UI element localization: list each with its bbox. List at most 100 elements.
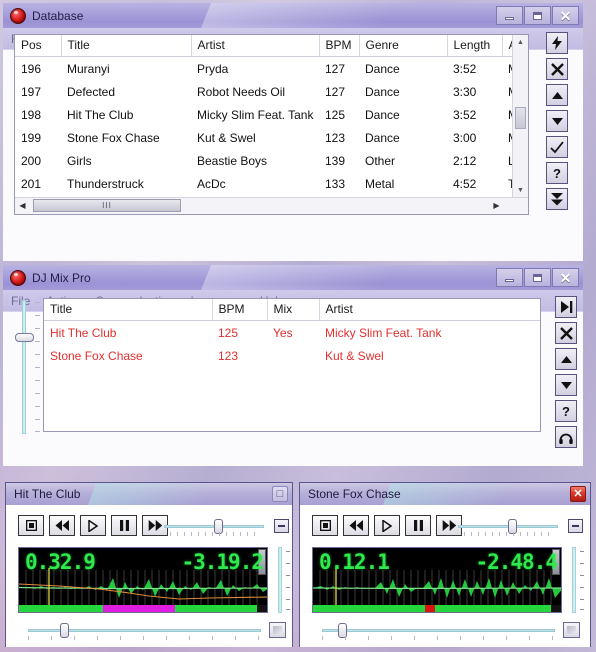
- col-artist[interactable]: Artist: [191, 35, 320, 57]
- scroll-up-button[interactable]: ▲: [513, 35, 528, 50]
- player-left-options-button[interactable]: [269, 622, 286, 638]
- close-x-icon[interactable]: [546, 58, 568, 80]
- table-row[interactable]: Stone Fox Chase 123 Kut & Swel: [44, 344, 540, 367]
- checkmark-icon[interactable]: [546, 136, 568, 158]
- database-horizontal-scrollbar[interactable]: ◀ III ▶: [15, 197, 528, 214]
- scroll-right-button[interactable]: ▶: [489, 198, 504, 213]
- pause-button[interactable]: [111, 515, 137, 536]
- col-title[interactable]: Title: [61, 35, 192, 57]
- app-red-ball-icon: [10, 269, 26, 286]
- player-right-progress-bar[interactable]: [313, 605, 561, 612]
- database-grid[interactable]: Pos Title Artist BPM Genre Length Al 196…: [14, 34, 529, 215]
- player-left-waveform[interactable]: 0.32.9 -3.19.2: [18, 547, 268, 613]
- cell-genre: Dance: [365, 61, 400, 76]
- cell-artist: AcDc: [197, 176, 226, 191]
- minimize-button[interactable]: [496, 6, 523, 25]
- stop-button[interactable]: [312, 515, 338, 536]
- arrow-down-icon[interactable]: [546, 110, 568, 132]
- col-bpm[interactable]: BPM: [212, 299, 268, 321]
- player-right-waveform[interactable]: 0.12.1 -2.48.4: [312, 547, 562, 613]
- table-row[interactable]: 197 Defected Robot Needs Oil 127 Dance 3…: [15, 80, 528, 103]
- progress-segment-a: [313, 605, 425, 612]
- horizontal-scroll-thumb[interactable]: III: [33, 199, 181, 212]
- arrow-up-icon[interactable]: [546, 84, 568, 106]
- scroll-left-button[interactable]: ◀: [15, 198, 30, 213]
- skip-to-end-icon[interactable]: [555, 296, 577, 318]
- player-left-body: 0.32.9 -3.19.2: [6, 505, 292, 647]
- player-left-position-slider[interactable]: [164, 517, 264, 537]
- close-button[interactable]: □: [272, 486, 288, 502]
- vertical-scroll-thumb[interactable]: [515, 107, 526, 129]
- table-row[interactable]: Hit The Club 125 Yes Micky Slim Feat. Ta…: [44, 321, 540, 345]
- play-button[interactable]: [374, 515, 400, 536]
- play-button[interactable]: [80, 515, 106, 536]
- rewind-button[interactable]: [343, 515, 369, 536]
- minimize-button[interactable]: [496, 268, 523, 287]
- pause-button[interactable]: [405, 515, 431, 536]
- close-x-icon[interactable]: [555, 322, 577, 344]
- djmixpro-playlist[interactable]: Title BPM Mix Artist Hit The Club 125 Ye…: [43, 298, 541, 432]
- col-pos[interactable]: Pos: [15, 35, 62, 57]
- loop-icon: [572, 525, 579, 527]
- player-right-titlebar[interactable]: Stone Fox Chase ✕: [300, 483, 590, 505]
- cell-title: Defected: [67, 84, 116, 99]
- maximize-button[interactable]: [524, 268, 551, 287]
- player-right-transport: [312, 515, 467, 536]
- col-length[interactable]: Length: [447, 35, 503, 57]
- table-header-row: Title BPM Mix Artist: [44, 299, 540, 321]
- col-genre[interactable]: Genre: [359, 35, 448, 57]
- cell-bpm: 125: [218, 325, 239, 340]
- rewind-button[interactable]: [49, 515, 75, 536]
- col-bpm[interactable]: BPM: [319, 35, 360, 57]
- table-row[interactable]: 196 Muranyi Pryda 127 Dance 3:52 M: [15, 57, 528, 81]
- djmixpro-vertical-slider[interactable]: [13, 300, 37, 434]
- player-right-loop-button[interactable]: [568, 519, 583, 533]
- headphones-icon[interactable]: [555, 426, 577, 448]
- lightning-icon[interactable]: [546, 32, 568, 54]
- player-right-window: Stone Fox Chase ✕ 0.12.1 -2.48.4: [299, 482, 591, 647]
- slider-thumb[interactable]: [15, 333, 34, 342]
- elapsed-time: 0.32.9: [25, 550, 96, 574]
- djmixpro-titlebar[interactable]: DJ Mix Pro ✕: [3, 265, 583, 290]
- cell-artist: Kut & Swel: [325, 348, 384, 363]
- cell-artist: Robot Needs Oil: [197, 84, 286, 99]
- close-button[interactable]: ✕: [552, 6, 579, 25]
- col-artist[interactable]: Artist: [319, 299, 540, 321]
- player-right-options-button[interactable]: [563, 622, 580, 638]
- col-mix[interactable]: Mix: [267, 299, 320, 321]
- close-button[interactable]: ✕: [570, 486, 586, 502]
- table-row[interactable]: 200 Girls Beastie Boys 139 Other 2:12 Li: [15, 149, 528, 172]
- question-mark-icon[interactable]: ?: [546, 162, 568, 184]
- database-titlebar[interactable]: Database ✕: [3, 3, 583, 28]
- database-toolbar: ?: [546, 32, 568, 214]
- maximize-button[interactable]: [524, 6, 551, 25]
- table-row[interactable]: 198 Hit The Club Micky Slim Feat. Tank 1…: [15, 103, 528, 126]
- arrow-down-icon[interactable]: [555, 374, 577, 396]
- arrow-up-icon[interactable]: [555, 348, 577, 370]
- djmixpro-window-title: DJ Mix Pro: [32, 270, 91, 285]
- question-mark-icon[interactable]: ?: [555, 400, 577, 422]
- djmixpro-window-controls: ✕: [495, 268, 583, 287]
- close-button[interactable]: ✕: [552, 268, 579, 287]
- player-left-loop-button[interactable]: [274, 519, 289, 533]
- player-left-progress-bar[interactable]: [19, 605, 267, 612]
- player-left-transport: [18, 515, 173, 536]
- player-left-title: Hit The Club: [14, 487, 81, 501]
- slider-track: [22, 300, 26, 434]
- table-row[interactable]: 201 Thunderstruck AcDc 133 Metal 4:52 Th: [15, 172, 528, 195]
- player-right-position-slider[interactable]: [458, 517, 558, 537]
- stop-button[interactable]: [18, 515, 44, 536]
- cell-genre: Dance: [365, 107, 400, 122]
- player-left-pitch-slider[interactable]: [28, 621, 261, 641]
- scroll-down-button[interactable]: ▼: [513, 183, 528, 198]
- cell-title: Stone Fox Chase: [50, 348, 143, 363]
- djmixpro-toolbar: ?: [555, 296, 577, 452]
- database-vertical-scrollbar[interactable]: ▲ ▼: [512, 35, 528, 198]
- col-title[interactable]: Title: [44, 299, 213, 321]
- cell-title: Girls: [67, 153, 92, 168]
- double-arrow-down-icon[interactable]: [546, 188, 568, 210]
- player-right-pitch-slider[interactable]: [322, 621, 555, 641]
- table-row[interactable]: 199 Stone Fox Chase Kut & Swel 123 Dance…: [15, 126, 528, 149]
- player-left-titlebar[interactable]: Hit The Club □: [6, 483, 292, 505]
- progress-segment-b: [434, 605, 552, 612]
